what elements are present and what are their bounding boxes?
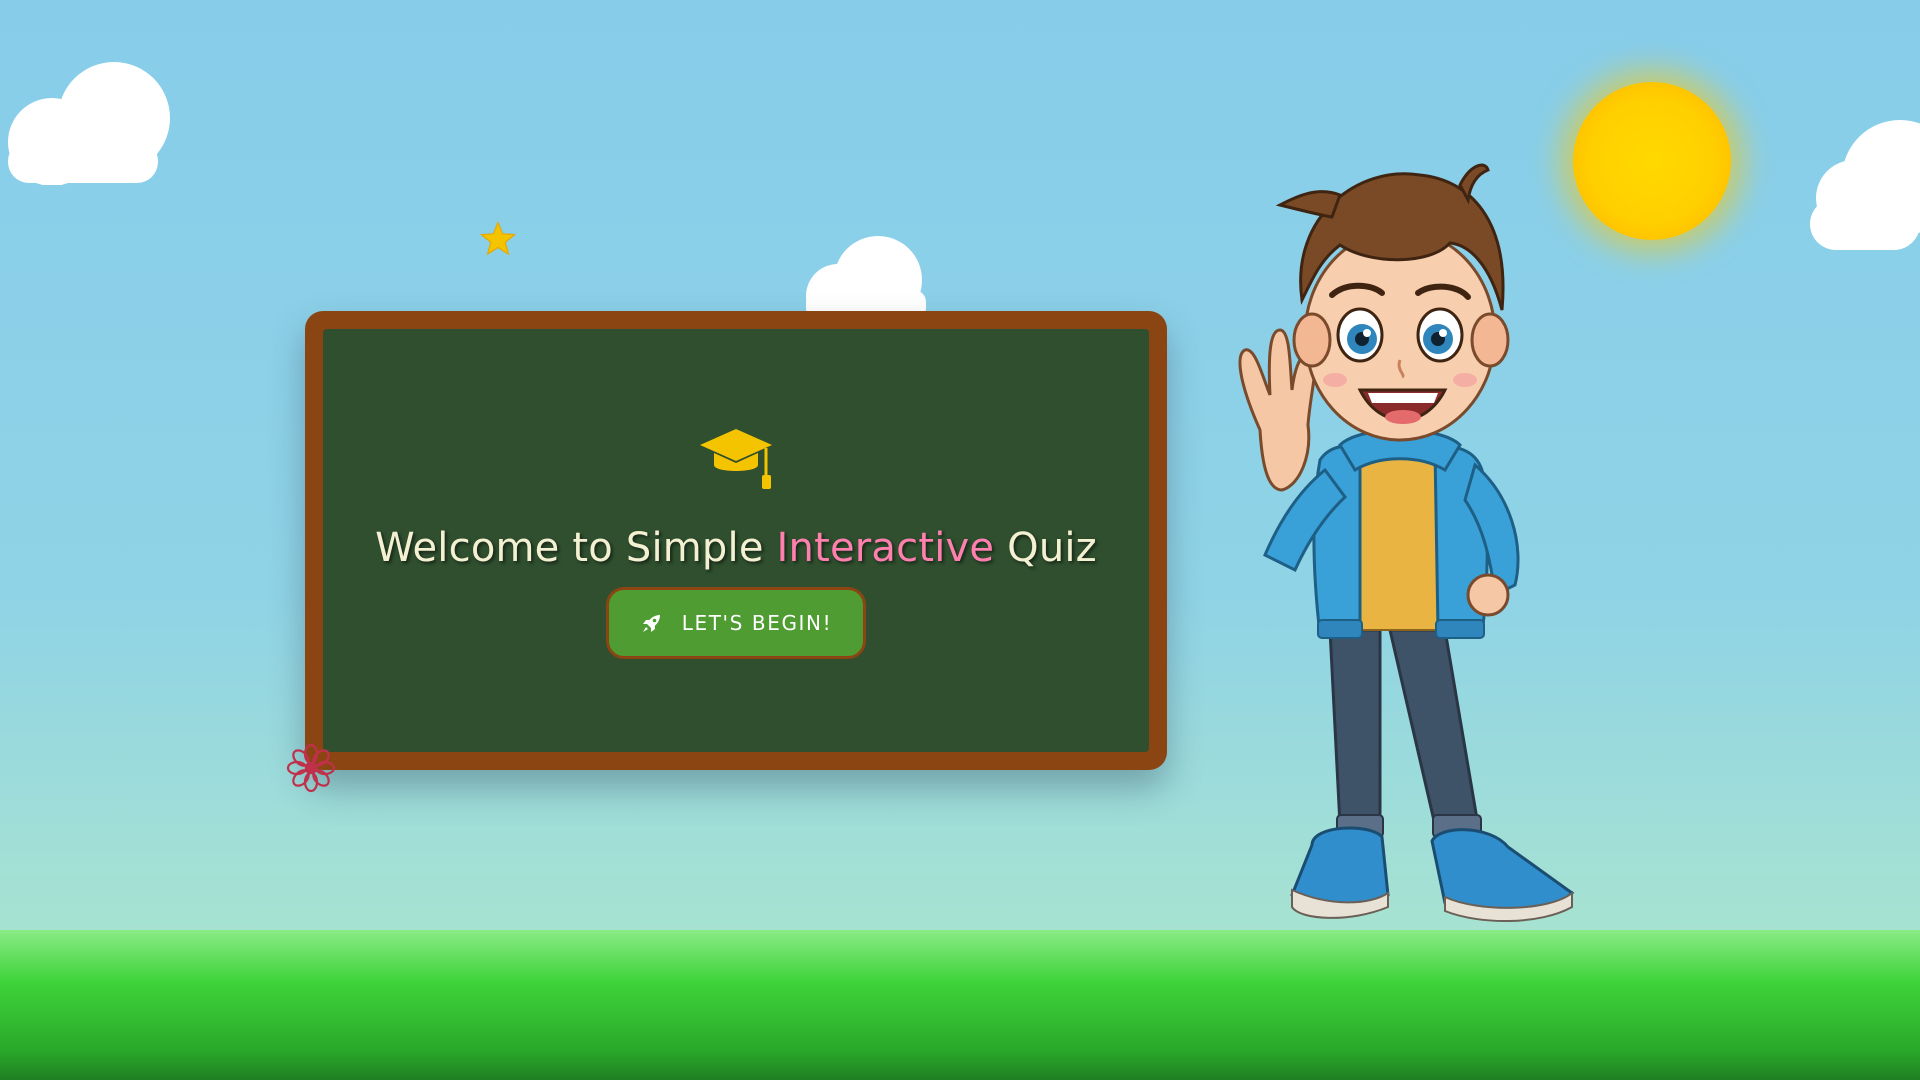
star-icon bbox=[479, 221, 517, 256]
graduation-cap-icon bbox=[700, 429, 772, 489]
title-accent: Interactive bbox=[776, 525, 995, 571]
title-part-1: Welcome to Simple bbox=[375, 525, 777, 571]
waving-boy-illustration bbox=[1238, 163, 1575, 922]
cloud-top-right bbox=[1810, 120, 1920, 250]
rocket-icon bbox=[642, 615, 660, 632]
title-part-2: Quiz bbox=[994, 525, 1097, 571]
chalkboard-frame: Welcome to Simple Interactive Quiz LET'S… bbox=[305, 311, 1167, 770]
chalkboard: Welcome to Simple Interactive Quiz LET'S… bbox=[323, 329, 1149, 752]
cloud-behind-board bbox=[806, 236, 926, 320]
flower-icon bbox=[286, 743, 336, 793]
grass-ground bbox=[0, 930, 1920, 1080]
cloud-top-left bbox=[8, 62, 170, 185]
lets-begin-button[interactable]: LET'S BEGIN! bbox=[606, 587, 866, 659]
lets-begin-label: LET'S BEGIN! bbox=[681, 611, 833, 635]
welcome-title: Welcome to Simple Interactive Quiz bbox=[375, 525, 1097, 571]
sun bbox=[1573, 82, 1731, 240]
